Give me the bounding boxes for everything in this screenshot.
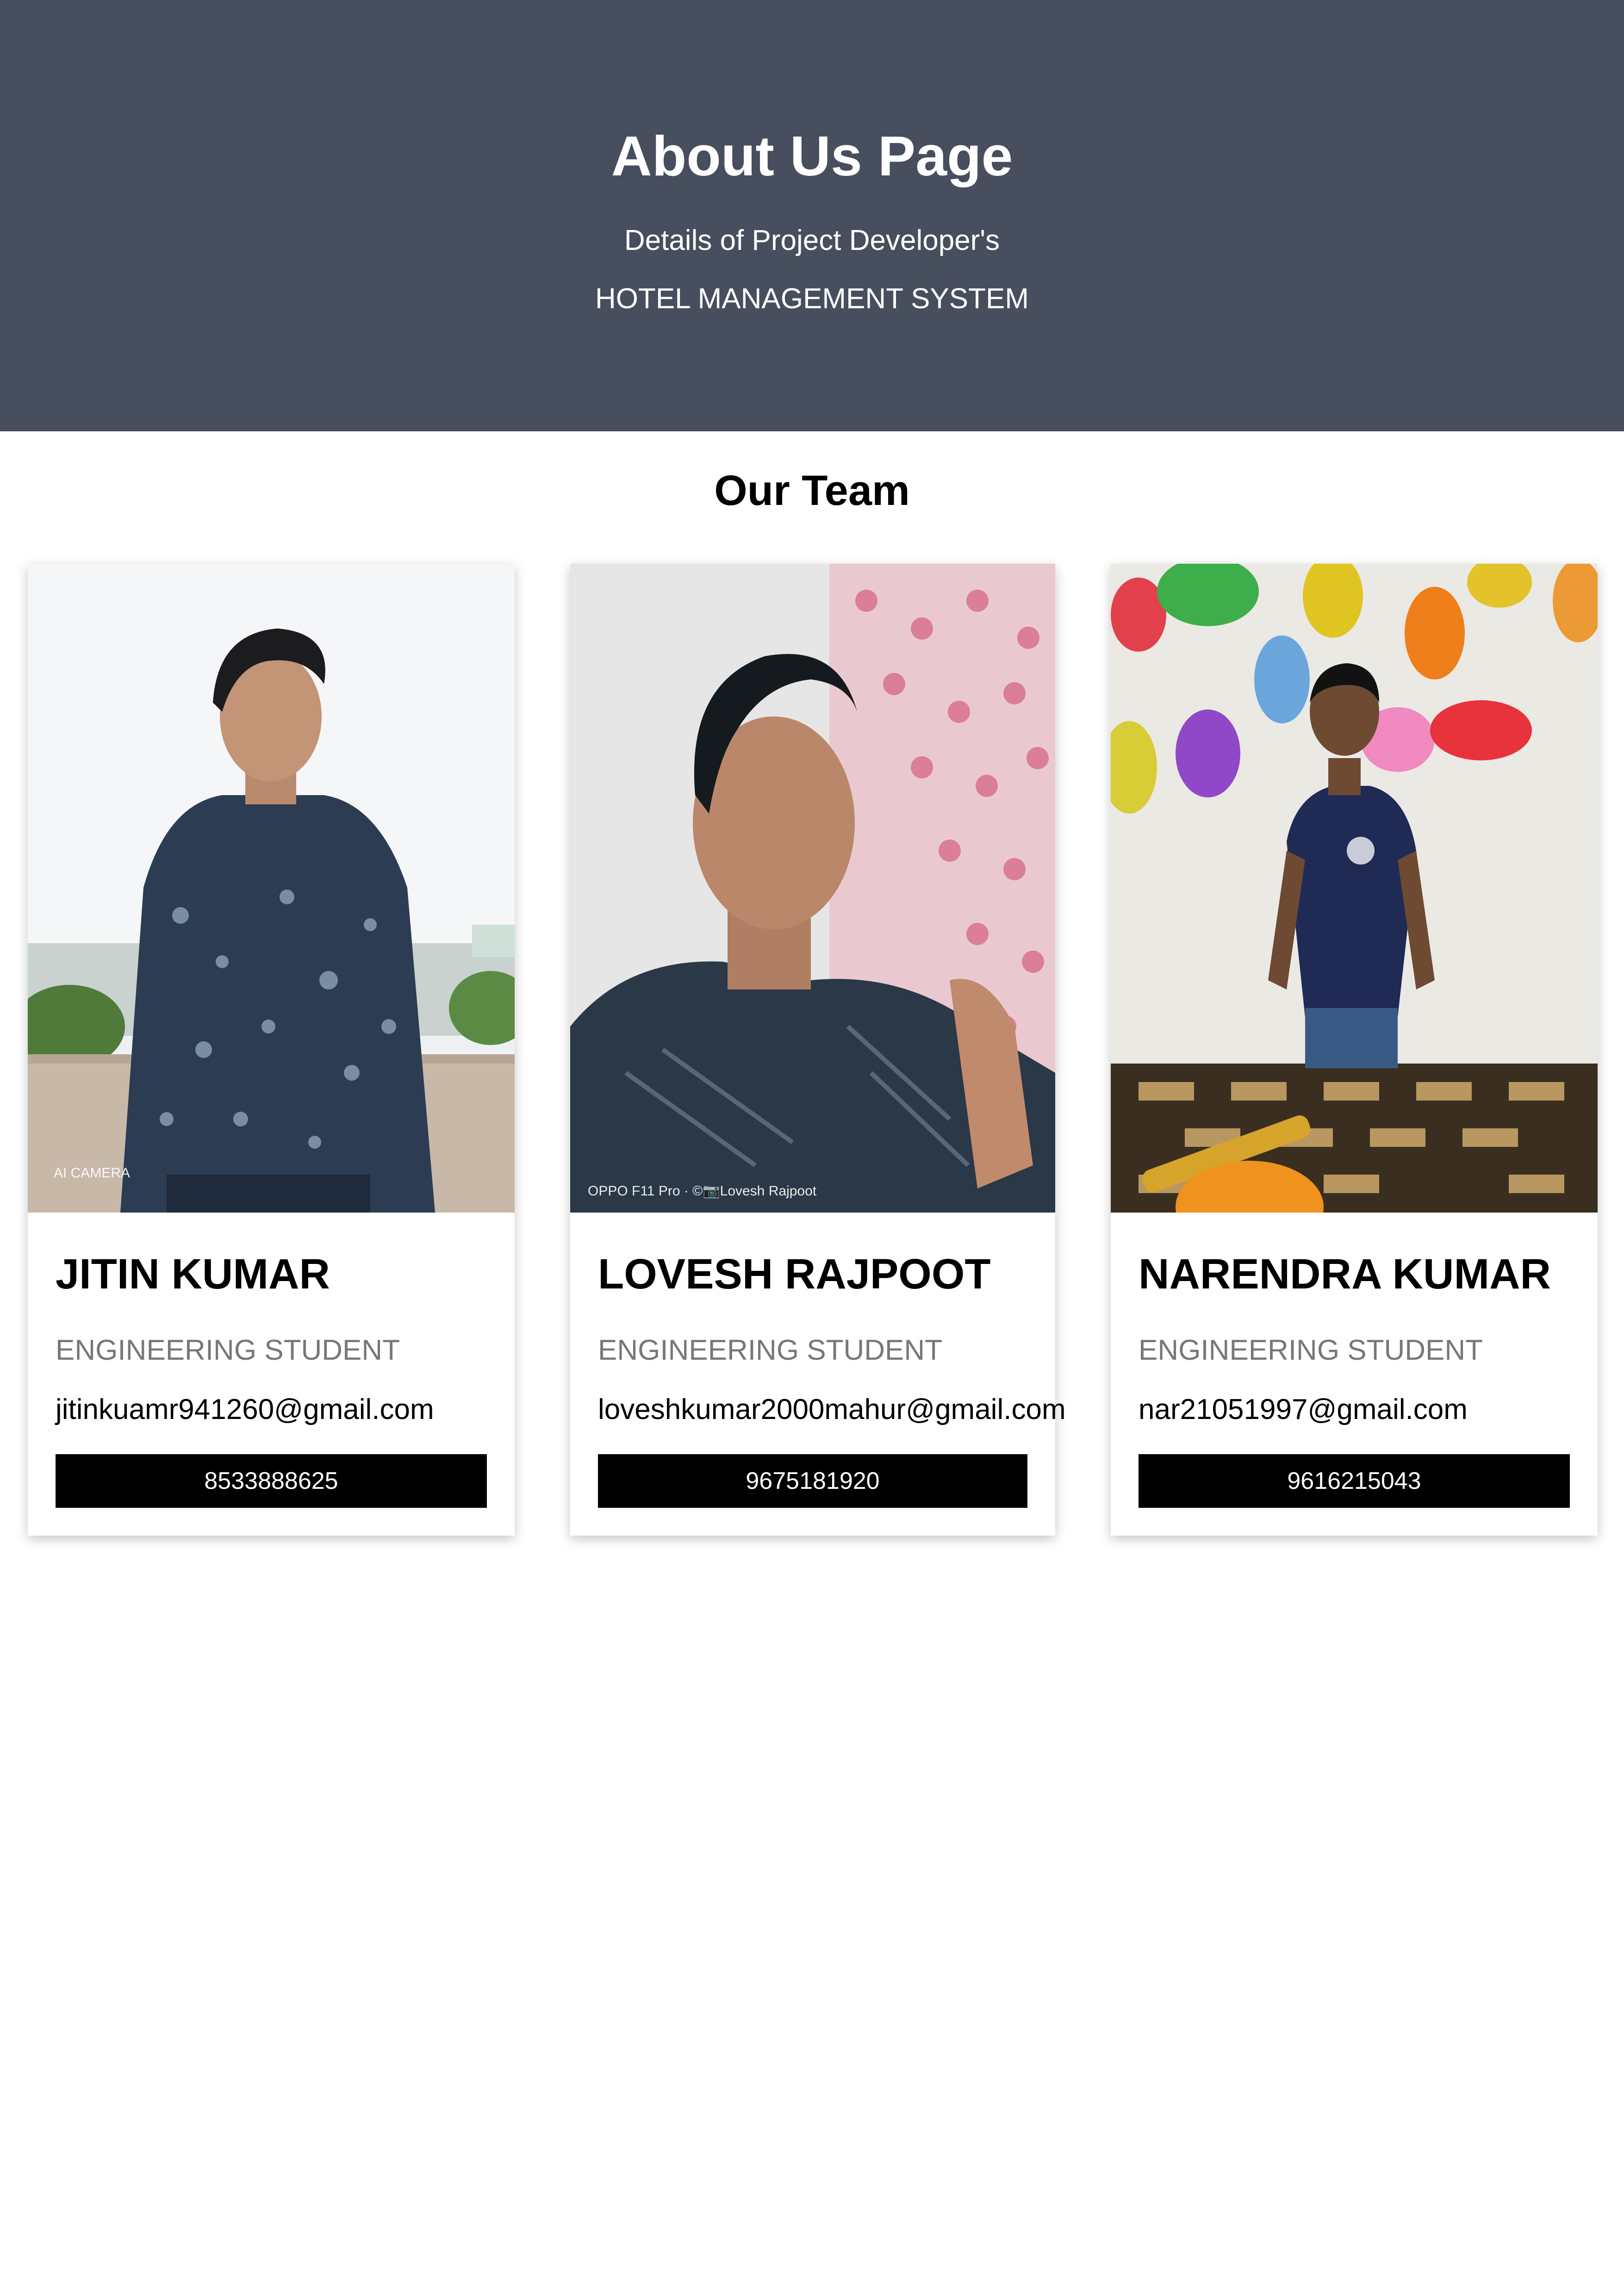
member-photo-image (1111, 564, 1598, 1213)
member-role: ENGINEERING STUDENT (598, 1334, 943, 1366)
team-card-jitin: AI CAMERA JITIN KUMAR ENGINEERING STUDEN… (28, 564, 515, 1536)
project-name: HOTEL MANAGEMENT SYSTEM (595, 283, 1029, 315)
member-name: JITIN KUMAR (56, 1251, 330, 1298)
page-title: About Us Page (611, 124, 1013, 187)
page-header: About Us Page Details of Project Develop… (0, 0, 1624, 431)
team-card-lovesh: OPPO F11 Pro · ©📷Lovesh Rajpoot LOVESH R… (570, 564, 1066, 1536)
member-email: nar21051997@gmail.com (1139, 1394, 1468, 1425)
member-name: NARENDRA KUMAR (1139, 1251, 1551, 1298)
member-photo-image (570, 564, 1055, 1213)
member-photo (1111, 564, 1598, 1213)
member-role: ENGINEERING STUDENT (56, 1334, 400, 1366)
photo-watermark: AI CAMERA (54, 1165, 131, 1181)
member-name: LOVESH RAJPOOT (598, 1251, 991, 1298)
contact-button[interactable]: 9616215043 (1139, 1454, 1570, 1508)
member-photo: AI CAMERA (28, 564, 515, 1213)
contact-button[interactable]: 9675181920 (598, 1454, 1027, 1508)
member-email: jitinkuamr941260@gmail.com (56, 1394, 434, 1425)
member-photo: OPPO F11 Pro · ©📷Lovesh Rajpoot (570, 564, 1055, 1213)
member-email: loveshkumar2000mahur@gmail.com (598, 1394, 1066, 1425)
team-heading: Our Team (714, 467, 910, 514)
member-photo-image (28, 564, 515, 1213)
member-role: ENGINEERING STUDENT (1139, 1334, 1483, 1366)
team-card-narendra: NARENDRA KUMAR ENGINEERING STUDENT nar21… (1111, 564, 1598, 1536)
contact-button[interactable]: 8533888625 (56, 1454, 487, 1508)
photo-watermark: OPPO F11 Pro · ©📷Lovesh Rajpoot (588, 1183, 817, 1199)
page-subtitle: Details of Project Developer's (624, 224, 1000, 256)
